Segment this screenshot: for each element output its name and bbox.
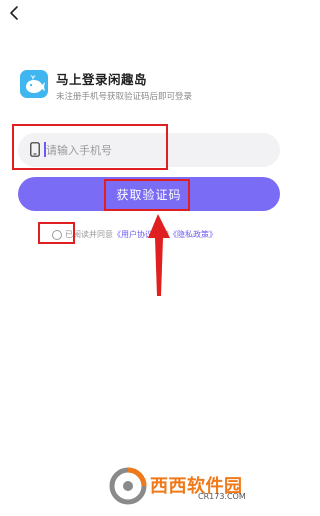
watermark-logo-icon (109, 467, 147, 505)
highlight-agreement-radio (38, 222, 75, 244)
highlight-get-code-button (104, 179, 190, 211)
app-logo (20, 70, 48, 98)
page-subtitle: 未注册手机号获取验证码后即可登录 (56, 92, 193, 102)
login-page: 马上登录闲趣岛 未注册手机号获取验证码后即可登录 获取验证码 已阅读并同意《用户… (0, 0, 300, 516)
highlight-phone-input (12, 124, 168, 170)
chevron-left-icon (10, 6, 18, 20)
watermark-url: CR173.COM (198, 492, 246, 501)
whale-logo-icon (26, 75, 45, 93)
annotation-arrow-icon (148, 214, 170, 296)
page-title: 马上登录闲趣岛 (56, 72, 148, 87)
back-button[interactable] (6, 4, 24, 22)
